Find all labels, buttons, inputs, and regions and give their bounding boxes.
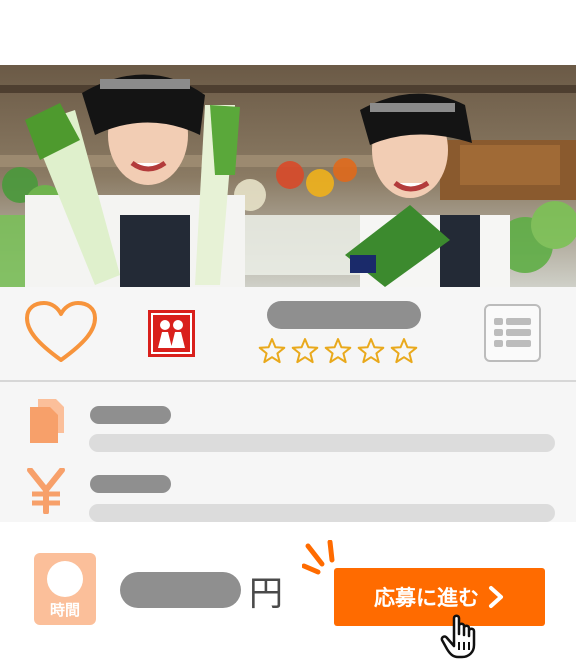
info-section [0,382,576,522]
store-logo-icon [148,310,195,357]
star-icon [390,338,418,364]
list-icon[interactable] [484,304,541,362]
documents-icon [30,399,64,443]
clock-icon [47,561,83,597]
time-label: 時間 [49,601,80,619]
star-icon [258,338,286,364]
apply-button-label: 応募に進む [374,586,479,610]
store-name-placeholder [267,301,421,329]
star-icon [324,338,352,364]
info-line-placeholder [89,504,555,522]
heart-icon[interactable] [24,300,98,364]
price-unit: 円 [249,574,283,614]
info-line-placeholder [89,434,555,452]
time-badge: 時間 [34,553,96,625]
info-title-placeholder [90,475,171,493]
yen-icon [27,468,65,514]
star-icon [291,338,319,364]
price-placeholder [120,572,241,608]
rating-row [0,287,576,382]
chevron-right-icon [489,586,503,608]
hero-photo [0,65,576,287]
hand-cursor-icon [440,614,476,659]
info-title-placeholder [90,406,171,424]
star-rating [258,337,418,365]
star-icon [357,338,385,364]
